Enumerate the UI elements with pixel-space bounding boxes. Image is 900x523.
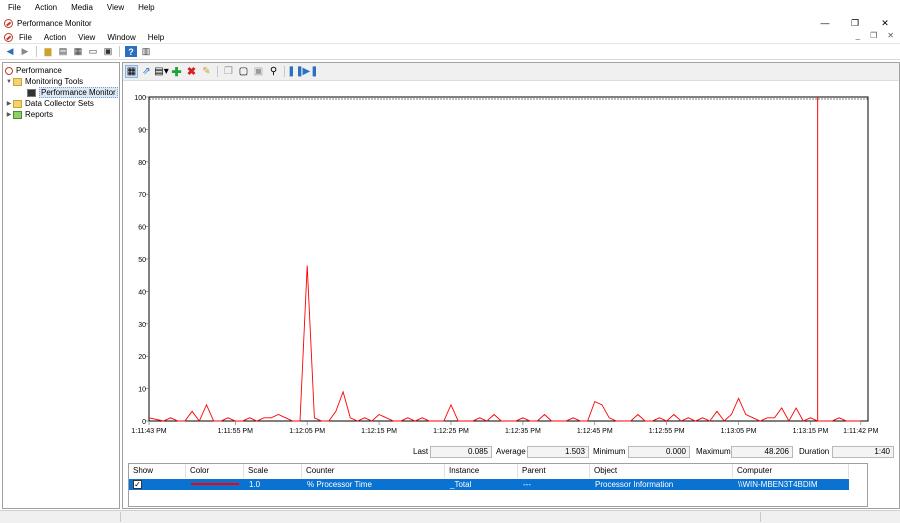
y-tick-label: 10 bbox=[138, 387, 146, 394]
x-tick-label: 1:11:55 PM bbox=[218, 428, 253, 435]
x-tick-label: 1:12:15 PM bbox=[361, 428, 397, 435]
x-tick-label: 1:12:35 PM bbox=[505, 428, 541, 435]
column-header-scale[interactable]: Scale bbox=[244, 464, 302, 478]
performance-line-chart: 0 10 20 30 40 50 60 70 80 90 100 1:11:43 PM 1:11:55 … bbox=[131, 95, 878, 435]
counter-legend-table: Show Color Scale Counter Instance Parent… bbox=[128, 463, 868, 507]
x-tick-label: 1:12:25 PM bbox=[433, 428, 469, 435]
duration-value: 1:40 bbox=[832, 446, 894, 458]
x-tick-label: 1:12:55 PM bbox=[649, 428, 685, 435]
table-header: Show Color Scale Counter Instance Parent… bbox=[129, 464, 867, 478]
column-header-object[interactable]: Object bbox=[590, 464, 733, 478]
last-label: Last bbox=[413, 447, 429, 456]
plot-area bbox=[148, 96, 869, 422]
minimum-value: 0.000 bbox=[628, 446, 690, 458]
y-tick-label: 70 bbox=[138, 192, 146, 199]
x-tick-label: 1:12:45 PM bbox=[577, 428, 613, 435]
counter-cell: % Processor Time bbox=[307, 480, 372, 489]
last-value: 0.085 bbox=[430, 446, 492, 458]
y-tick-label: 40 bbox=[138, 289, 146, 296]
column-header-counter[interactable]: Counter bbox=[302, 464, 445, 478]
parent-cell: --- bbox=[523, 480, 531, 489]
status-bar bbox=[0, 510, 900, 523]
object-cell: Processor Information bbox=[595, 480, 674, 489]
y-tick-label: 30 bbox=[138, 322, 146, 329]
y-tick-label: 0 bbox=[142, 419, 146, 426]
x-tick-label: 1:12:05 PM bbox=[289, 428, 325, 435]
average-label: Average bbox=[496, 447, 526, 456]
maximum-label: Maximum bbox=[696, 447, 731, 456]
y-tick-label: 100 bbox=[134, 95, 146, 102]
show-checkbox[interactable]: ✓ bbox=[133, 480, 142, 489]
status-segment bbox=[760, 512, 761, 522]
y-tick-label: 50 bbox=[138, 257, 146, 264]
table-row[interactable]: ✓ 1.0 % Processor Time _Total --- Proces… bbox=[129, 479, 849, 490]
column-header-show[interactable]: Show bbox=[129, 464, 186, 478]
x-tick-label: 1:13:05 PM bbox=[721, 428, 757, 435]
column-header-parent[interactable]: Parent bbox=[518, 464, 590, 478]
column-header-color[interactable]: Color bbox=[186, 464, 244, 478]
scale-cell: 1.0 bbox=[249, 480, 261, 489]
y-tick-label: 90 bbox=[138, 127, 146, 134]
y-tick-label: 20 bbox=[138, 354, 146, 361]
y-tick-label: 60 bbox=[138, 225, 146, 232]
x-tick-label: 1:13:15 PM bbox=[793, 428, 829, 435]
counter-color-swatch bbox=[191, 483, 239, 485]
column-header-instance[interactable]: Instance bbox=[445, 464, 518, 478]
instance-cell: _Total bbox=[450, 480, 472, 489]
column-header-computer[interactable]: Computer bbox=[733, 464, 849, 478]
computer-cell: \\WIN-MBEN3T4BDIM bbox=[738, 480, 818, 489]
duration-label: Duration bbox=[799, 447, 830, 456]
x-tick-label: 1:11:42 PM bbox=[843, 428, 878, 435]
maximum-value: 48.206 bbox=[731, 446, 793, 458]
counter-statistics: Last 0.085 Average 1.503 Minimum 0.000 M… bbox=[0, 446, 900, 460]
y-tick-label: 80 bbox=[138, 160, 146, 167]
x-tick-label: 1:11:43 PM bbox=[131, 428, 166, 435]
average-value: 1.503 bbox=[527, 446, 589, 458]
minimum-label: Minimum bbox=[593, 447, 626, 456]
status-segment bbox=[120, 512, 121, 522]
